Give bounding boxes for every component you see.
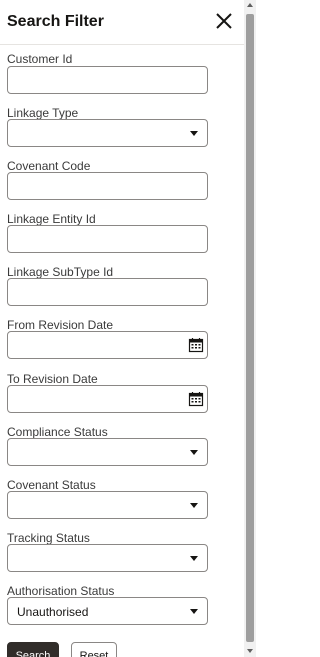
authorisation-status-label: Authorisation Status <box>7 584 115 598</box>
chevron-down-icon <box>190 503 198 508</box>
reset-button[interactable]: Reset <box>71 642 117 657</box>
authorisation-status-value: Unauthorised <box>17 605 89 619</box>
customer-id-input[interactable] <box>7 66 208 94</box>
tracking-status-label: Tracking Status <box>7 531 90 545</box>
linkage-entity-id-label: Linkage Entity Id <box>7 212 96 226</box>
chevron-down-icon <box>190 450 198 455</box>
tracking-status-select[interactable] <box>7 544 208 572</box>
panel-header: Search Filter <box>0 0 244 45</box>
chevron-down-icon <box>190 609 198 614</box>
linkage-type-label: Linkage Type <box>7 106 79 120</box>
scroll-up-icon[interactable] <box>247 3 253 7</box>
covenant-code-input[interactable] <box>7 172 208 200</box>
to-revision-date-input[interactable] <box>7 385 208 413</box>
panel-title: Search Filter <box>7 13 104 30</box>
chevron-down-icon <box>190 556 198 561</box>
from-revision-date-input[interactable] <box>7 331 208 359</box>
linkage-subtype-id-label: Linkage SubType Id <box>7 265 114 279</box>
calendar-icon[interactable] <box>188 391 204 407</box>
customer-id-label: Customer Id <box>7 52 73 66</box>
linkage-type-select[interactable] <box>7 119 208 147</box>
authorisation-status-select[interactable]: Unauthorised <box>7 597 208 625</box>
to-revision-date-label: To Revision Date <box>7 372 98 386</box>
scrollbar-thumb[interactable] <box>246 14 254 642</box>
covenant-status-select[interactable] <box>7 491 208 519</box>
chevron-down-icon <box>190 131 198 136</box>
scrollbar[interactable] <box>244 0 256 657</box>
scroll-down-icon[interactable] <box>247 649 253 653</box>
covenant-code-label: Covenant Code <box>7 159 91 173</box>
calendar-icon[interactable] <box>188 337 204 353</box>
linkage-entity-id-input[interactable] <box>7 225 208 253</box>
close-icon[interactable] <box>214 11 234 31</box>
search-button[interactable]: Search <box>7 642 59 657</box>
linkage-subtype-id-input[interactable] <box>7 278 208 306</box>
from-revision-date-label: From Revision Date <box>7 318 114 332</box>
compliance-status-select[interactable] <box>7 438 208 466</box>
search-filter-panel: Search Filter Customer Id Linkage Type C… <box>0 0 244 657</box>
covenant-status-label: Covenant Status <box>7 478 96 492</box>
compliance-status-label: Compliance Status <box>7 425 108 439</box>
